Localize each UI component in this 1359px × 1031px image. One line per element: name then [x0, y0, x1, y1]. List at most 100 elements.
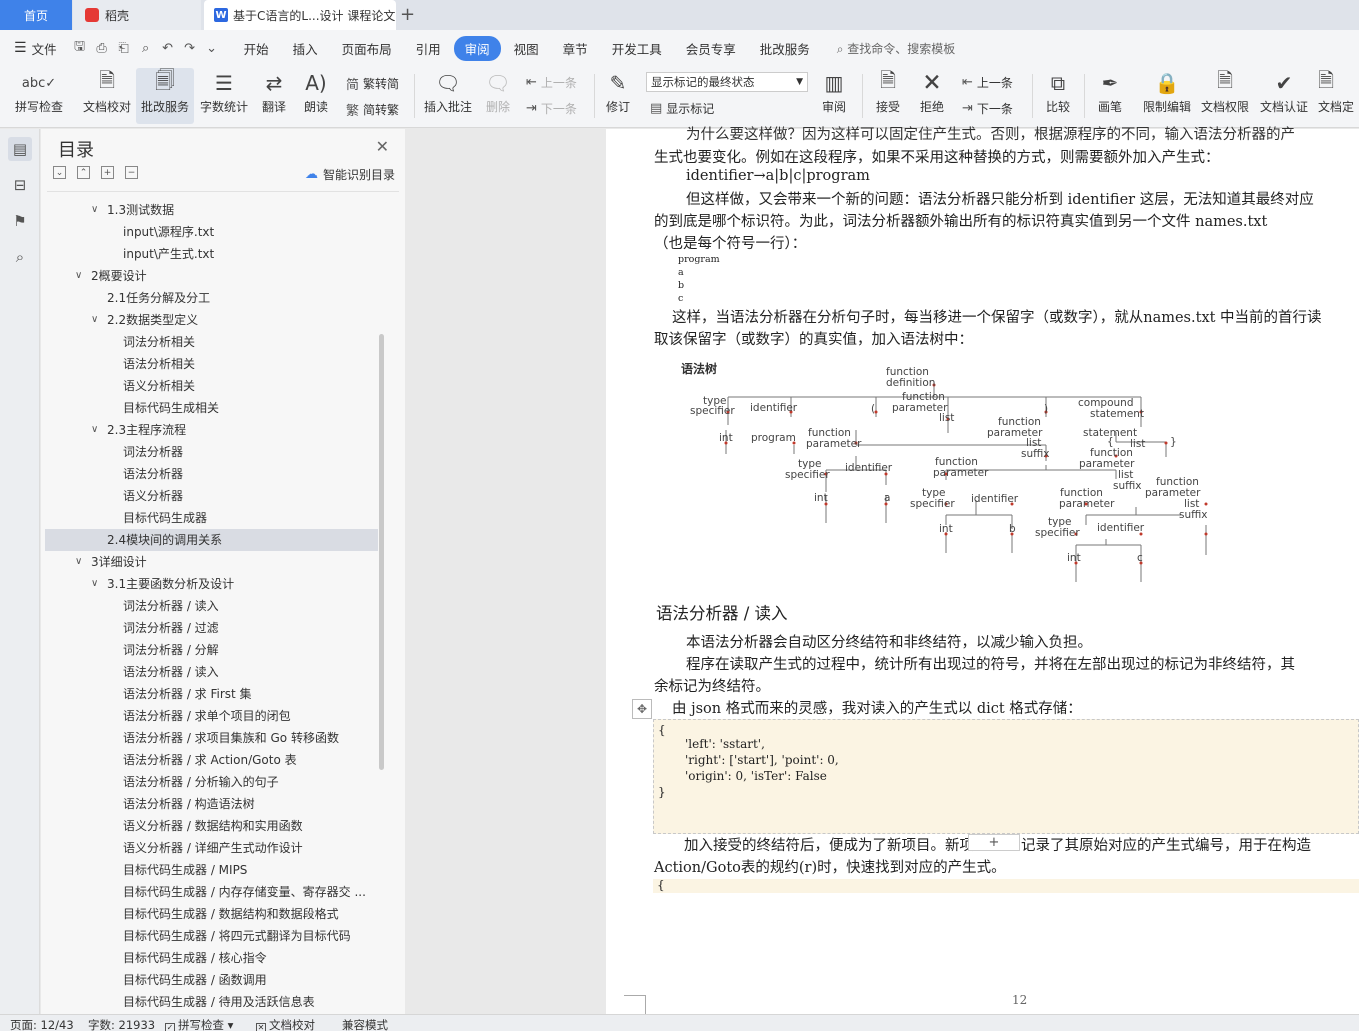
doc-proof-button[interactable]: 🗎 文档校对: [78, 68, 136, 124]
spell-check-toggle[interactable]: ✓ 拼写检查 ▾: [165, 1017, 233, 1031]
simp-to-trad-button[interactable]: 繁简转繁: [346, 100, 399, 119]
insert-comment-button[interactable]: 🗨 插入批注: [420, 68, 476, 124]
toc-item[interactable]: ∨ 2.3主程序流程: [45, 419, 378, 441]
toc-item[interactable]: ∨ 2.2数据类型定义: [45, 309, 378, 331]
collapse-all-icon[interactable]: ⌄: [53, 166, 66, 179]
menu-tab[interactable]: 引用: [405, 36, 452, 61]
track-changes-button[interactable]: ✎ 修订: [600, 68, 636, 124]
search-icon[interactable]: ⌕: [8, 245, 32, 269]
toc-item[interactable]: 语法分析器 / 求项目集族和 Go 转移函数: [45, 727, 378, 749]
toc-item[interactable]: 词法分析器 / 读入: [45, 595, 378, 617]
add-heading-icon[interactable]: +: [101, 166, 114, 179]
doc-cert-button[interactable]: ✔ 文档认证: [1257, 68, 1311, 124]
delete-comment-button[interactable]: 🗨 删除: [480, 68, 516, 124]
toc-item[interactable]: 语法分析相关: [45, 353, 378, 375]
page-indicator[interactable]: 页面: 12/43: [10, 1017, 74, 1031]
word-count-button[interactable]: ☰ 字数统计: [196, 68, 252, 124]
show-markup-button[interactable]: ▤ 显示标记: [650, 100, 714, 117]
prev-comment-button[interactable]: ⇤ 上一条: [526, 74, 577, 91]
doc-final-button[interactable]: 🗎 文档定: [1318, 68, 1359, 124]
toc-item[interactable]: 语法分析器 / 求 First 集: [45, 683, 378, 705]
toc-item[interactable]: 语义分析器 / 数据结构和实用函数: [45, 815, 378, 837]
toc-item[interactable]: 2.1任务分解及分工: [45, 287, 378, 309]
code-block[interactable]: {: [653, 878, 1359, 893]
markup-state-select[interactable]: 显示标记的最终状态 ▼: [646, 72, 808, 92]
toc-item[interactable]: 词法分析器: [45, 441, 378, 463]
toc-item[interactable]: 语法分析器 / 构造语法树: [45, 793, 378, 815]
tab-daoke[interactable]: 稻壳: [73, 0, 201, 30]
toc-item[interactable]: 语法分析器 / 分析输入的句子: [45, 771, 378, 793]
toc-item[interactable]: 词法分析相关: [45, 331, 378, 353]
menu-tab[interactable]: 章节: [552, 36, 599, 61]
menu-tab[interactable]: 审阅: [453, 35, 501, 61]
quick-access-more-icon[interactable]: ⌄: [201, 41, 223, 56]
menu-tab[interactable]: 页面布局: [331, 36, 403, 61]
command-search[interactable]: ⌕ 查找命令、搜索模板: [837, 40, 956, 57]
toc-item[interactable]: 语法分析器 / 读入: [45, 661, 378, 683]
export-pdf-icon[interactable]: ⎙: [91, 41, 113, 56]
toc-item[interactable]: 词法分析器 / 分解: [45, 639, 378, 661]
menu-tab[interactable]: 视图: [503, 36, 550, 61]
chevron-down-icon[interactable]: ∨: [75, 551, 82, 573]
toc-item[interactable]: ∨ 1.3测试数据: [45, 199, 378, 221]
new-tab-button[interactable]: +: [400, 4, 415, 25]
save-icon[interactable]: 🖫: [69, 37, 91, 59]
toc-item[interactable]: 目标代码生成器 / 待用及活跃信息表: [45, 991, 378, 1007]
toc-item[interactable]: ∨ 2概要设计: [45, 265, 378, 287]
smart-toc-button[interactable]: ☁ 智能识别目录: [305, 166, 395, 183]
add-row-button[interactable]: +: [968, 834, 1020, 851]
toc-item[interactable]: 语义分析器: [45, 485, 378, 507]
chevron-down-icon[interactable]: ∨: [75, 265, 82, 287]
word-count-indicator[interactable]: 字数: 21933: [88, 1017, 155, 1031]
chevron-down-icon[interactable]: ∨: [91, 573, 98, 595]
reject-button[interactable]: 🗙 拒绝: [912, 68, 952, 124]
review-pane-button[interactable]: ▥ 审阅: [814, 68, 854, 124]
toc-item[interactable]: input\产生式.txt: [45, 243, 378, 265]
prev-change-button[interactable]: ⇤ 上一条: [962, 74, 1013, 91]
accept-button[interactable]: 🗎 接受: [868, 68, 908, 124]
compare-button[interactable]: ⧉ 比较: [1038, 68, 1078, 124]
toc-item[interactable]: ∨ 3详细设计: [45, 551, 378, 573]
read-aloud-button[interactable]: A) 朗读: [298, 68, 334, 124]
code-block[interactable]: { 'left': 'sstart', 'right': ['start'], …: [653, 719, 1359, 834]
undo-icon[interactable]: ↶: [157, 41, 179, 56]
restrict-edit-button[interactable]: 🔒 限制编辑: [1140, 68, 1194, 124]
bookmark-icon[interactable]: ⚑: [8, 209, 32, 233]
menu-tab[interactable]: 开始: [233, 36, 280, 61]
translate-button[interactable]: ⇄ 翻译: [254, 68, 294, 124]
toc-item[interactable]: 目标代码生成器 / 核心指令: [45, 947, 378, 969]
next-comment-button[interactable]: ⇥ 下一条: [526, 100, 577, 117]
toc-item[interactable]: 语法分析器 / 求单个项目的闭包: [45, 705, 378, 727]
file-menu[interactable]: ☰ 文件: [0, 39, 57, 58]
close-icon[interactable]: ✕: [376, 137, 389, 156]
toc-item[interactable]: 目标代码生成器 / 将四元式翻译为目标代码: [45, 925, 378, 947]
spell-check-button[interactable]: abc✓ 拼写检查: [8, 68, 70, 124]
toc-item[interactable]: ∨ 3.1主要函数分析及设计: [45, 573, 378, 595]
doc-proof-toggle[interactable]: ✕ 文档校对: [256, 1017, 315, 1031]
print-preview-icon[interactable]: ⌕: [135, 41, 157, 56]
toc-pane-icon[interactable]: ▤: [8, 137, 32, 161]
chevron-down-icon[interactable]: ∨: [91, 199, 98, 221]
menu-tab[interactable]: 插入: [282, 36, 329, 61]
chevron-down-icon[interactable]: ∨: [91, 309, 98, 331]
toc-item[interactable]: 语法分析器: [45, 463, 378, 485]
chevron-down-icon[interactable]: ∨: [91, 419, 98, 441]
review-service-button[interactable]: 🗐 批改服务: [136, 68, 194, 124]
next-change-button[interactable]: ⇥ 下一条: [962, 100, 1013, 117]
toc-item[interactable]: 目标代码生成器 / 函数调用: [45, 969, 378, 991]
chapter-nav-icon[interactable]: ⊟: [8, 173, 32, 197]
toc-item[interactable]: 语法分析器 / 求 Action/Goto 表: [45, 749, 378, 771]
print-icon[interactable]: ⎗: [113, 41, 135, 56]
toc-scrollbar[interactable]: [379, 334, 384, 770]
tab-document[interactable]: W 基于C语言的L...设计 课程论文: [204, 0, 396, 30]
move-handle-icon[interactable]: ✥: [632, 699, 652, 719]
expand-all-icon[interactable]: ⌃: [77, 166, 90, 179]
toc-item[interactable]: 语义分析相关: [45, 375, 378, 397]
document-page[interactable]: 为什么要这样做？因为这样可以固定住产生式。否则，根据源程序的不同，输入语法分析器…: [606, 127, 1359, 1015]
pen-button[interactable]: ✒ 画笔: [1090, 68, 1130, 124]
redo-icon[interactable]: ↷: [179, 41, 201, 56]
tab-home[interactable]: 首页: [0, 0, 72, 30]
toc-item[interactable]: 目标代码生成器 / MIPS: [45, 859, 378, 881]
menu-tab[interactable]: 会员专享: [675, 36, 747, 61]
toc-item[interactable]: input\源程序.txt: [45, 221, 378, 243]
